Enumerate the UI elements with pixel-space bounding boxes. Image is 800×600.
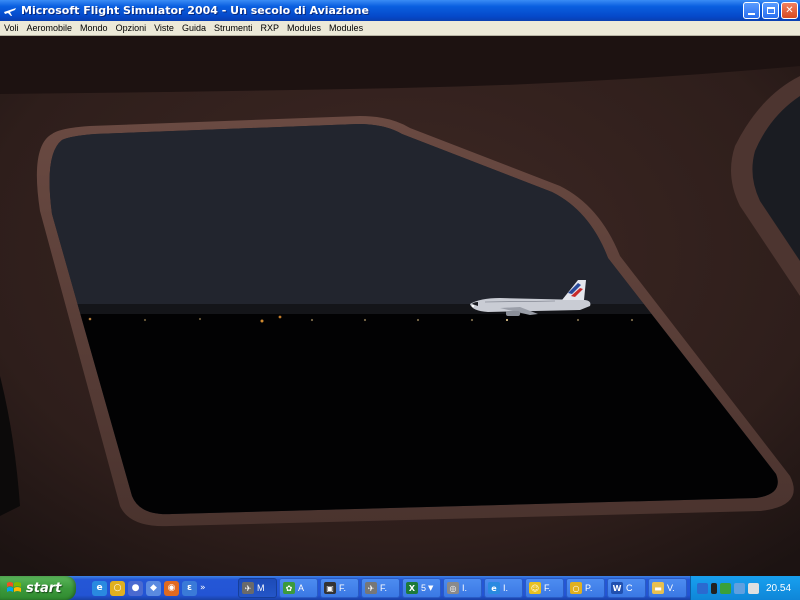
settings-icon: ○: [570, 582, 582, 594]
firefox-quicklaunch-icon[interactable]: ◉: [164, 580, 179, 596]
flight-sim-icon: [3, 4, 17, 18]
task-button-ie[interactable]: e I.: [484, 578, 523, 598]
menu-guida[interactable]: Guida: [178, 21, 210, 35]
globe-icon: ◎: [447, 582, 459, 594]
task-button-flight-sim[interactable]: ✈ M: [238, 578, 277, 598]
window-title: Microsoft Flight Simulator 2004 - Un sec…: [21, 4, 369, 17]
folder-icon: ▬: [652, 582, 664, 594]
task-button-word[interactable]: W C: [607, 578, 646, 598]
task-button-3[interactable]: ▣ F.: [320, 578, 359, 598]
tray-network-icon[interactable]: [720, 582, 731, 594]
excel-icon: X: [406, 582, 418, 594]
window-controls: ✕: [743, 2, 798, 19]
settings-quicklaunch-icon[interactable]: ○: [110, 580, 125, 596]
flight-sim-icon: ✈: [242, 582, 254, 594]
windows-logo-icon: [7, 582, 21, 592]
cockpit-scene: [0, 36, 800, 576]
menu-voli[interactable]: Voli: [0, 21, 23, 35]
tray-volume-icon[interactable]: [748, 582, 759, 594]
task-button-8[interactable]: ☺ F.: [525, 578, 564, 598]
quick-launch: e ○ ● ◆ ◉ ε »: [92, 580, 234, 596]
task-button-2[interactable]: ✿ A: [279, 578, 318, 598]
window-icon: ▣: [324, 582, 336, 594]
browser-quicklaunch-icon[interactable]: ε: [182, 580, 197, 596]
close-icon: ✕: [785, 5, 794, 16]
ie-quicklaunch-icon[interactable]: e: [92, 580, 107, 596]
task-button-excel-group[interactable]: X 5 ▼: [402, 578, 441, 598]
taskbar: start e ○ ● ◆ ◉ ε » ✈ M ✿ A ▣ F. ✈ F. X …: [0, 576, 800, 600]
task-button-6[interactable]: ◎ I.: [443, 578, 482, 598]
menu-mondo[interactable]: Mondo: [76, 21, 112, 35]
minimize-button[interactable]: [743, 2, 760, 19]
start-label: start: [26, 580, 62, 596]
menu-bar: Voli Aeromobile Mondo Opzioni Viste Guid…: [0, 21, 800, 36]
clock: 20.54: [766, 582, 792, 594]
system-tray: 20.54: [690, 576, 800, 600]
task-button-9[interactable]: ○ P.: [566, 578, 605, 598]
task-button-folder[interactable]: ▬ V.: [648, 578, 687, 598]
smiley-icon: ☺: [529, 582, 541, 594]
maximize-icon: [766, 7, 775, 14]
menu-modules-2[interactable]: Modules: [325, 21, 367, 35]
close-button[interactable]: ✕: [781, 2, 798, 19]
minimize-icon: [748, 12, 755, 15]
plane-icon: ✈: [365, 582, 377, 594]
app-icon: ✿: [283, 582, 295, 594]
task-buttons: ✈ M ✿ A ▣ F. ✈ F. X 5 ▼ ◎ I. e I. ☺ F. ○…: [238, 578, 687, 598]
menu-modules[interactable]: Modules: [283, 21, 325, 35]
media-quicklaunch-icon[interactable]: ●: [128, 580, 143, 596]
word-icon: W: [611, 582, 623, 594]
title-bar[interactable]: Microsoft Flight Simulator 2004 - Un sec…: [0, 0, 800, 21]
app-quicklaunch-icon[interactable]: ◆: [146, 580, 161, 596]
menu-opzioni[interactable]: Opzioni: [112, 21, 151, 35]
menu-aeromobile[interactable]: Aeromobile: [23, 21, 77, 35]
maximize-button[interactable]: [762, 2, 779, 19]
tray-messenger-icon[interactable]: [734, 582, 745, 594]
start-button[interactable]: start: [0, 576, 76, 600]
menu-strumenti[interactable]: Strumenti: [210, 21, 257, 35]
ie-icon: e: [488, 582, 500, 594]
tray-device-icon[interactable]: [711, 582, 717, 594]
group-arrow-icon: ▼: [428, 584, 434, 592]
menu-rxp[interactable]: RXP: [257, 21, 284, 35]
tray-app-icon[interactable]: [697, 582, 708, 594]
task-button-4[interactable]: ✈ F.: [361, 578, 400, 598]
simulator-viewport[interactable]: [0, 36, 800, 576]
menu-viste[interactable]: Viste: [150, 21, 178, 35]
quick-launch-more-icon[interactable]: »: [200, 583, 206, 593]
